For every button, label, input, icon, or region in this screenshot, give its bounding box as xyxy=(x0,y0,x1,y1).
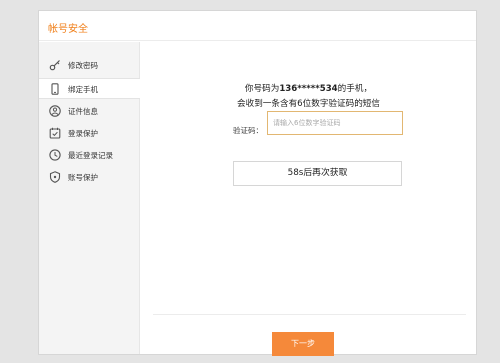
key-icon xyxy=(49,60,60,71)
sidebar-item-recent-logins[interactable]: 最近登录记录 xyxy=(39,145,140,166)
resend-code-button[interactable]: 58s后再次获取 xyxy=(233,161,402,186)
verification-code-label: 验证码： xyxy=(233,126,263,135)
sidebar-item-bind-phone[interactable]: 绑定手机 xyxy=(39,78,140,99)
svg-text:Bai: Bai xyxy=(386,324,413,342)
sidebar-item-account-protection[interactable]: 账号保护 xyxy=(39,167,140,188)
shield-lock-icon xyxy=(49,127,61,139)
sidebar-item-label: 账号保护 xyxy=(68,173,98,182)
title-bar: 帐号安全 xyxy=(39,11,476,41)
sidebar-item-label: 最近登录记录 xyxy=(68,151,113,160)
main-panel: 你号码为136*****534的手机， 会收到一条含有6位数字验证码的短信 验证… xyxy=(141,42,476,356)
sidebar-item-change-password[interactable]: 修改密码 xyxy=(39,55,140,76)
masked-phone-number: 136*****534 xyxy=(279,84,338,94)
phone-info-prefix: 你号码为 xyxy=(244,84,280,94)
sidebar-item-label: 证件信息 xyxy=(68,107,98,116)
next-step-button[interactable]: 下一步 xyxy=(272,332,334,356)
sidebar-item-label: 绑定手机 xyxy=(68,85,98,94)
sidebar: 修改密码 绑定手机 证件信息 登录保护 最近登录记录 账号保护 xyxy=(39,42,140,354)
baidu-jingyan-watermark: Bai 经验 jingyan.baidu.com xyxy=(386,322,466,354)
footer-divider xyxy=(153,314,466,315)
id-card-icon xyxy=(49,105,61,117)
phone-info-line: 你号码为136*****534的手机， xyxy=(141,82,476,94)
sms-info-line: 会收到一条含有6位数字验证码的短信 xyxy=(237,99,380,109)
verification-code-input[interactable] xyxy=(267,111,403,135)
sidebar-item-id-info[interactable]: 证件信息 xyxy=(39,101,140,122)
sidebar-item-label: 修改密码 xyxy=(68,61,98,70)
svg-text:经验: 经验 xyxy=(440,326,466,342)
sidebar-item-label: 登录保护 xyxy=(68,129,98,138)
clock-icon xyxy=(49,149,61,161)
window-title: 帐号安全 xyxy=(48,24,88,35)
svg-text:jingyan.baidu.com: jingyan.baidu.com xyxy=(389,346,455,354)
phone-info-suffix: 的手机， xyxy=(337,84,373,94)
account-security-window: 帐号安全 修改密码 绑定手机 证件信息 登录保护 最近登录记录 账号保护 你号码… xyxy=(38,10,477,356)
shield-icon xyxy=(49,171,61,183)
phone-icon xyxy=(51,83,59,95)
sidebar-item-login-protection[interactable]: 登录保护 xyxy=(39,123,140,144)
